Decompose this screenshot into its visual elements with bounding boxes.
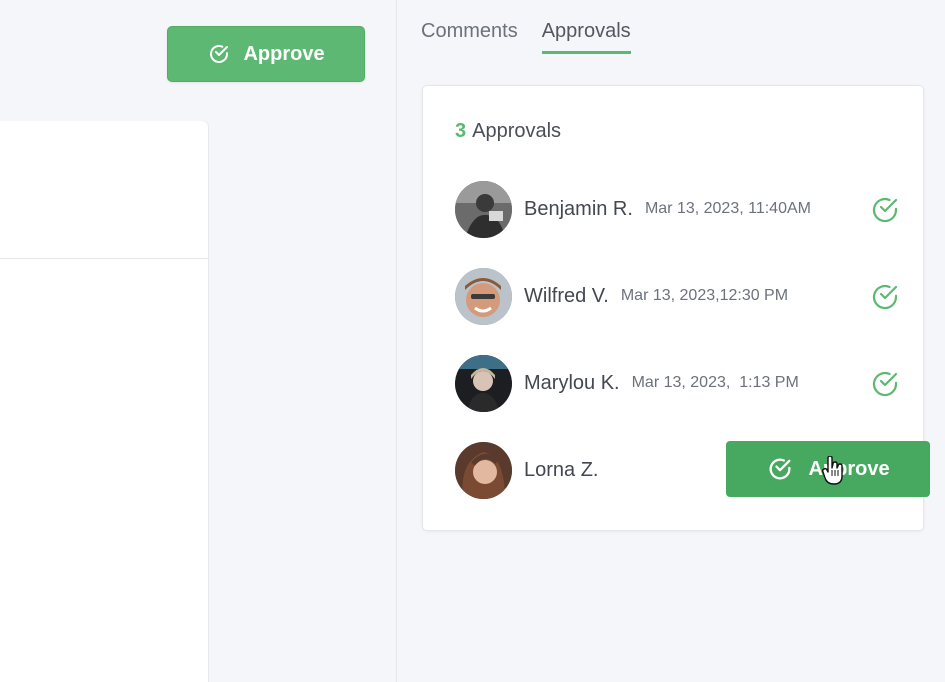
approver-name: Benjamin R. <box>524 197 633 220</box>
check-circle-icon <box>769 458 791 480</box>
avatar <box>455 441 512 499</box>
check-circle-icon <box>210 45 229 63</box>
approvals-title-label: Approvals <box>472 120 562 142</box>
check-circle-icon <box>869 194 901 226</box>
avatar <box>455 180 512 238</box>
approval-date: Mar 13, 2023, 1:13 PM <box>631 374 799 391</box>
check-circle-icon <box>869 368 901 400</box>
approvals-title: 3 Approvals <box>455 120 561 143</box>
avatar <box>455 267 512 325</box>
tab-comments[interactable]: Comments <box>421 20 518 54</box>
check-circle-icon <box>869 281 901 313</box>
approver-name: Marylou K. <box>524 371 620 394</box>
approval-date: Mar 13, 2023, 11:40AM <box>644 200 811 217</box>
sidebar-panel: Comments Approvals 3 Approvals Benjamin R… <box>397 0 945 682</box>
approve-button-label: Approve <box>243 42 325 65</box>
approve-button[interactable]: Approve <box>726 441 930 497</box>
approver-name: Wilfred V. <box>524 284 609 307</box>
approver-name: Lorna Z. <box>524 458 599 481</box>
approvals-count: 3 <box>455 120 467 142</box>
approval-row: Benjamin R. Mar 13, 2023, 11:40AM <box>455 180 901 238</box>
approval-row: Marylou K. Mar 13, 2023, 1:13 PM <box>455 354 901 412</box>
panel-tabs: Comments Approvals <box>421 20 631 54</box>
approval-date: Mar 13, 2023,12:30 PM <box>620 287 789 304</box>
approval-row: Lorna Z. Approve <box>455 441 930 499</box>
app-window: Approve Comments Approvals 3 Approvals Be… <box>0 0 945 682</box>
approve-button-label: Approve <box>808 457 890 480</box>
approval-row: Wilfred V. Mar 13, 2023,12:30 PM <box>455 267 901 325</box>
approve-button[interactable]: Approve <box>167 26 365 82</box>
avatar <box>455 354 512 412</box>
tab-approvals[interactable]: Approvals <box>541 20 631 54</box>
document-divider <box>0 258 208 259</box>
document-pane: Approve <box>0 0 397 682</box>
approvals-card: 3 Approvals Benjamin R. Mar 13, 2023, 11:… <box>422 85 930 531</box>
document-card <box>0 121 208 682</box>
